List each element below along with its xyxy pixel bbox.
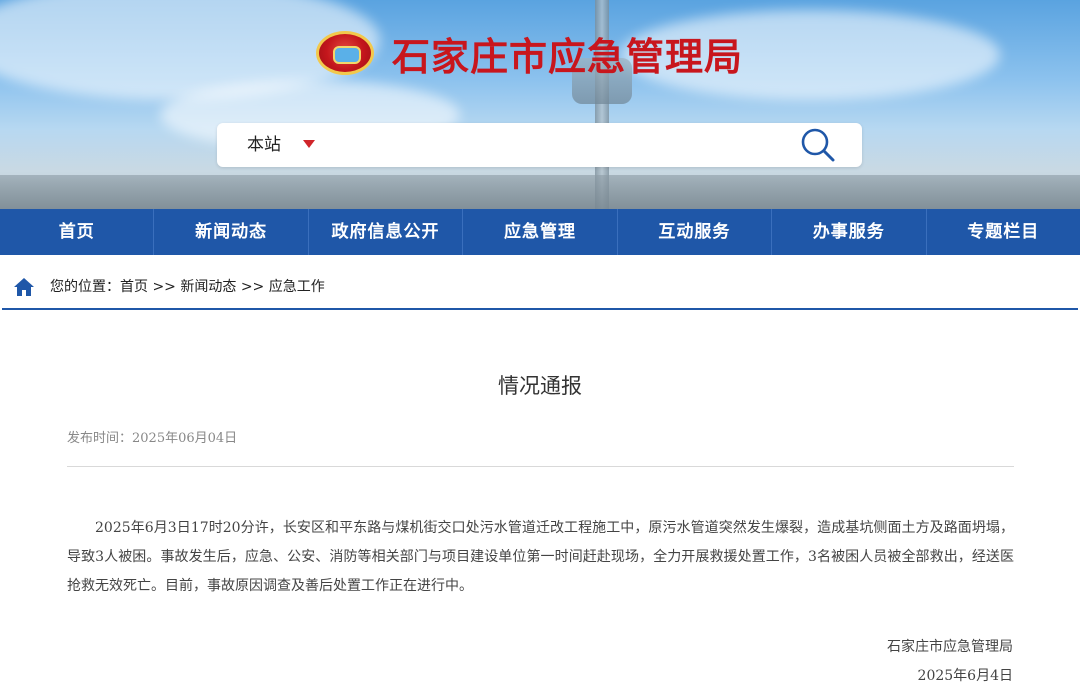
breadcrumb: 您的位置：首页 >> 新闻动态 >> 应急工作	[2, 266, 1078, 310]
nav-news[interactable]: 新闻动态	[154, 209, 309, 255]
nav-emergency-mgmt[interactable]: 应急管理	[463, 209, 618, 255]
nav-services[interactable]: 办事服务	[772, 209, 927, 255]
nav-interaction[interactable]: 互动服务	[618, 209, 773, 255]
signature-org: 石家庄市应急管理局	[887, 639, 1013, 655]
article-body: 2025年6月3日17时20分许，长安区和平东路与煤机街交口处污水管道迁改工程施…	[67, 520, 1014, 594]
article-title: 情况通报	[498, 374, 582, 398]
nav-gov-info[interactable]: 政府信息公开	[309, 209, 464, 255]
publish-time: 发布时间：2025年06月04日	[67, 431, 238, 446]
city-skyline-image	[0, 175, 1080, 209]
breadcrumb-item-emergency-work[interactable]: 应急工作	[269, 279, 325, 295]
breadcrumb-label: 您的位置：	[50, 279, 120, 295]
nav-home[interactable]: 首页	[0, 209, 155, 255]
breadcrumb-trail: 您的位置：首页 >> 新闻动态 >> 应急工作	[50, 266, 325, 308]
search-icon[interactable]	[800, 127, 836, 163]
site-title: 石家庄市应急管理局	[392, 33, 744, 79]
signature-date: 2025年6月4日	[917, 668, 1013, 684]
main-nav: 首页 新闻动态 政府信息公开 应急管理 互动服务 办事服务 专题栏目	[0, 209, 1080, 255]
search-scope-select[interactable]: 本站	[247, 123, 281, 167]
city-emblem-icon	[316, 31, 374, 75]
search-bar: 本站	[217, 123, 862, 167]
home-icon	[14, 278, 34, 296]
caret-down-icon[interactable]	[303, 140, 315, 148]
site-logo[interactable]: 石家庄市应急管理局	[316, 30, 743, 79]
breadcrumb-separator: >>	[148, 279, 181, 295]
breadcrumb-separator: >>	[236, 279, 269, 295]
header-banner: 石家庄市应急管理局 本站	[0, 0, 1080, 209]
divider	[67, 466, 1014, 467]
breadcrumb-item-home[interactable]: 首页	[120, 279, 148, 295]
nav-topics[interactable]: 专题栏目	[927, 209, 1080, 255]
breadcrumb-item-news[interactable]: 新闻动态	[180, 279, 236, 295]
